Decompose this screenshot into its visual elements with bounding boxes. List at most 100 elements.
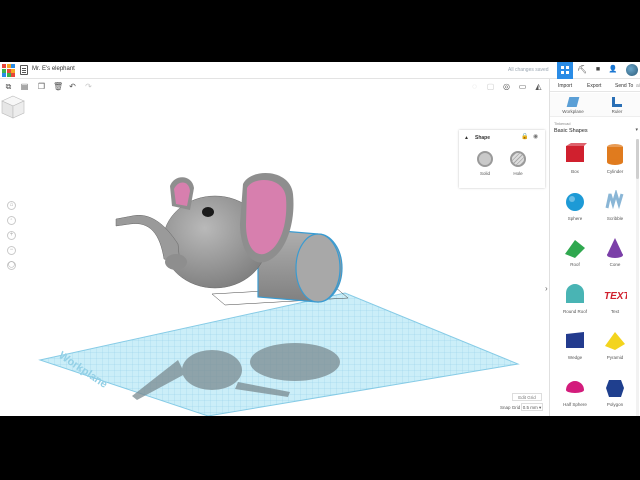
wedge-icon [566,332,584,348]
redo-icon[interactable]: ↷ [84,82,93,91]
shape-item-sphere[interactable]: Sphere [555,186,595,232]
shape-item-roof[interactable]: Roof [555,232,595,278]
solid-swatch[interactable] [477,151,493,167]
shape-item-text[interactable]: TEXT Text [595,279,634,325]
tool-row: Workplane Ruler [550,93,640,117]
copy-icon[interactable]: ⧉ [4,82,13,91]
cone-icon [607,238,623,258]
pyramid-icon [605,332,625,350]
add-user-icon[interactable]: 👤 [608,65,618,75]
avatar[interactable] [626,64,638,76]
duplicate-icon[interactable]: ❐ [37,82,46,91]
shape-label: Box [571,169,579,174]
library-select[interactable]: Tinkercad Basic Shapes ▾ [554,121,638,135]
workplane-tool-label: Workplane [562,109,584,114]
shape-item-polygon[interactable]: Polygon [595,372,634,417]
shape-item-box[interactable]: Box [555,139,595,185]
ruler-tool[interactable]: Ruler [602,97,632,114]
shape-label: Pyramid [606,355,624,360]
mirror-icon[interactable]: ◭ [534,82,543,91]
ruler-icon [612,97,622,107]
right-panel: Import Export Send To ai Workplane Ruler… [549,79,640,416]
chevron-down-icon: ▾ [635,127,638,133]
snap-grid-label: Snap Grid [500,405,521,410]
edit-toolbar: ⧉ ▤ ❐ 🗑 ↶ ↷ ◌ ▢ ◎ ▭ ◭ [0,79,549,94]
solid-label: Solid [479,171,490,176]
shape-item-round-roof[interactable]: Round Roof [555,279,595,325]
lightbulb-icon[interactable]: ◌ [470,82,479,91]
bulb-icon[interactable]: ◉ [533,134,539,140]
zoom-in-icon[interactable]: + [7,231,16,240]
ortho-view-icon[interactable]: ◯ [7,261,16,270]
shape-label: Cone [609,262,621,267]
shape-label: Round Roof [562,308,588,314]
shape-item-pyramid[interactable]: Pyramid [595,325,634,371]
shape-library-grid: Box Cylinder Sphere Scribble Roof Cone Round R… [550,139,634,416]
tinkercad-logo[interactable] [2,64,15,77]
export-button[interactable]: Export [587,83,601,89]
shape-item-cylinder[interactable]: Cylinder [595,139,634,185]
elephant-model [115,173,343,303]
library-scrollbar[interactable] [636,139,639,416]
shape-label: Wedge [567,355,583,360]
zoom-out-icon[interactable]: − [7,246,16,255]
shape-item-wedge[interactable]: Wedge [555,325,595,371]
3d-workplane-viewport[interactable]: Workplane ⌂ ◦ + − ◯ ▲ Shape 🔒 ◉ Solid Ho… [0,94,549,416]
shape-label: Roof [570,262,580,267]
document-title[interactable]: Mr. E's elephant [32,66,75,72]
shape-label: Scribble [606,215,624,221]
box-icon [566,143,587,162]
send-to-button[interactable]: Send To [615,83,633,89]
paste-icon[interactable]: ▤ [20,82,29,91]
briefcase-icon[interactable]: ■ [593,65,603,75]
design-list-icon[interactable] [20,65,28,75]
hole-label: Hole [513,171,523,176]
shape-label: Sphere [567,215,583,221]
text-icon: TEXT [604,291,627,302]
grid-icon [561,66,569,74]
shape-item-cone[interactable]: Cone [595,232,634,278]
panel-toggle-icon[interactable]: › [545,284,548,293]
save-status: All changes saved [508,67,549,73]
align-icon[interactable]: ▭ [518,82,527,91]
svg-text:TEXT: TEXT [604,291,627,302]
shape-label: Polygon [606,401,624,407]
snap-grid-select[interactable]: 0.5 mm ▾ [521,403,543,411]
cylinder-icon [607,144,623,165]
workplane-tool[interactable]: Workplane [558,97,588,114]
delete-icon[interactable]: 🗑 [53,82,63,91]
group-icon[interactable]: ▢ [486,82,495,91]
3d-view-button[interactable] [557,62,573,79]
ruler-tool-label: Ruler [611,109,623,114]
shape-item-scribble[interactable]: Scribble [595,186,634,232]
library-name: Basic Shapes [554,128,588,134]
roof-icon [565,240,585,258]
shape-label: Half Sphere [563,401,587,407]
half-sphere-icon [566,380,584,393]
sphere-icon [566,192,584,211]
pickaxe-icon[interactable]: ⛏ [577,65,587,75]
shape-item-half-sphere[interactable]: Half Sphere [555,372,595,417]
lock-icon[interactable]: 🔒 [521,134,528,140]
app-window: Mr. E's elephant All changes saved ⛏ ■ 👤… [0,62,640,416]
shape-label: Cylinder [606,169,624,174]
ungroup-icon[interactable]: ◎ [502,82,511,91]
shape-label: Text [610,308,620,314]
round-roof-icon [566,283,584,303]
title-bar: Mr. E's elephant All changes saved ⛏ ■ 👤 [0,62,640,79]
overflow-text: ai [636,83,640,89]
undo-icon[interactable]: ↶ [68,82,77,91]
polygon-icon [606,379,624,397]
collapse-caret-icon[interactable]: ▲ [464,135,469,141]
shape-panel-title: Shape [475,135,491,141]
hole-swatch[interactable] [510,151,526,167]
workplane-icon [566,97,580,107]
view-cube[interactable] [0,94,26,120]
scribble-icon [605,189,624,209]
fit-view-icon[interactable]: ◦ [7,216,16,225]
edit-grid-button[interactable]: Edit Grid [512,393,542,401]
action-tabs: Import Export Send To ai [550,79,640,92]
library-caption: Tinkercad [554,122,571,126]
import-button[interactable]: Import [558,83,572,89]
home-view-icon[interactable]: ⌂ [7,201,16,210]
